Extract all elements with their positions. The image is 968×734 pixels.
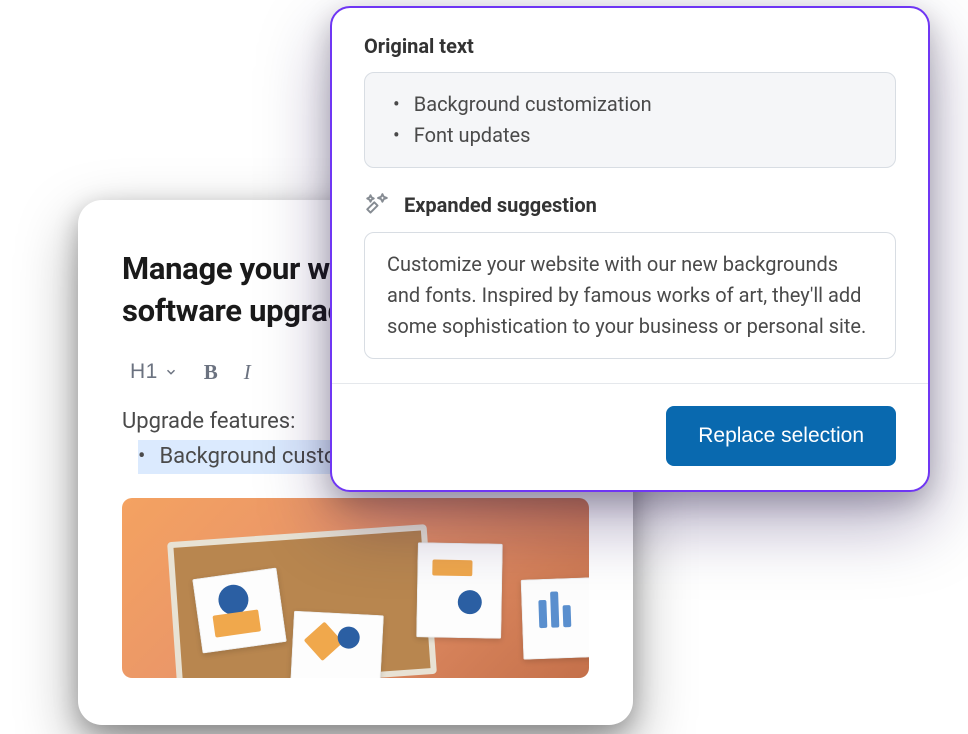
panel-footer: Replace selection bbox=[332, 383, 928, 490]
hero-image bbox=[122, 498, 589, 678]
suggestion-text: Customize your website with our new back… bbox=[387, 249, 873, 342]
photo-graphic bbox=[416, 542, 503, 638]
italic-button[interactable]: I bbox=[236, 356, 259, 389]
expanded-suggestion-label: Expanded suggestion bbox=[404, 193, 597, 217]
original-text-label: Original text bbox=[364, 34, 896, 58]
chevron-down-icon bbox=[164, 365, 178, 379]
photo-graphic bbox=[521, 576, 589, 659]
expanded-header: Expanded suggestion bbox=[364, 192, 896, 218]
replace-selection-button[interactable]: Replace selection bbox=[666, 406, 896, 466]
original-text-box: Background customization Font updates bbox=[364, 72, 896, 168]
bold-button[interactable]: B bbox=[196, 356, 226, 389]
list-item: Background customization bbox=[387, 89, 873, 120]
heading-selector[interactable]: H1 bbox=[122, 356, 186, 388]
magic-wand-icon bbox=[364, 192, 390, 218]
photo-graphic bbox=[192, 567, 287, 653]
original-list: Background customization Font updates bbox=[387, 89, 873, 151]
photo-graphic bbox=[290, 610, 384, 677]
list-item: Font updates bbox=[387, 120, 873, 151]
heading-label: H1 bbox=[130, 360, 158, 384]
ai-suggestion-panel: Original text Background customization F… bbox=[330, 6, 930, 492]
expanded-text-box: Customize your website with our new back… bbox=[364, 232, 896, 359]
